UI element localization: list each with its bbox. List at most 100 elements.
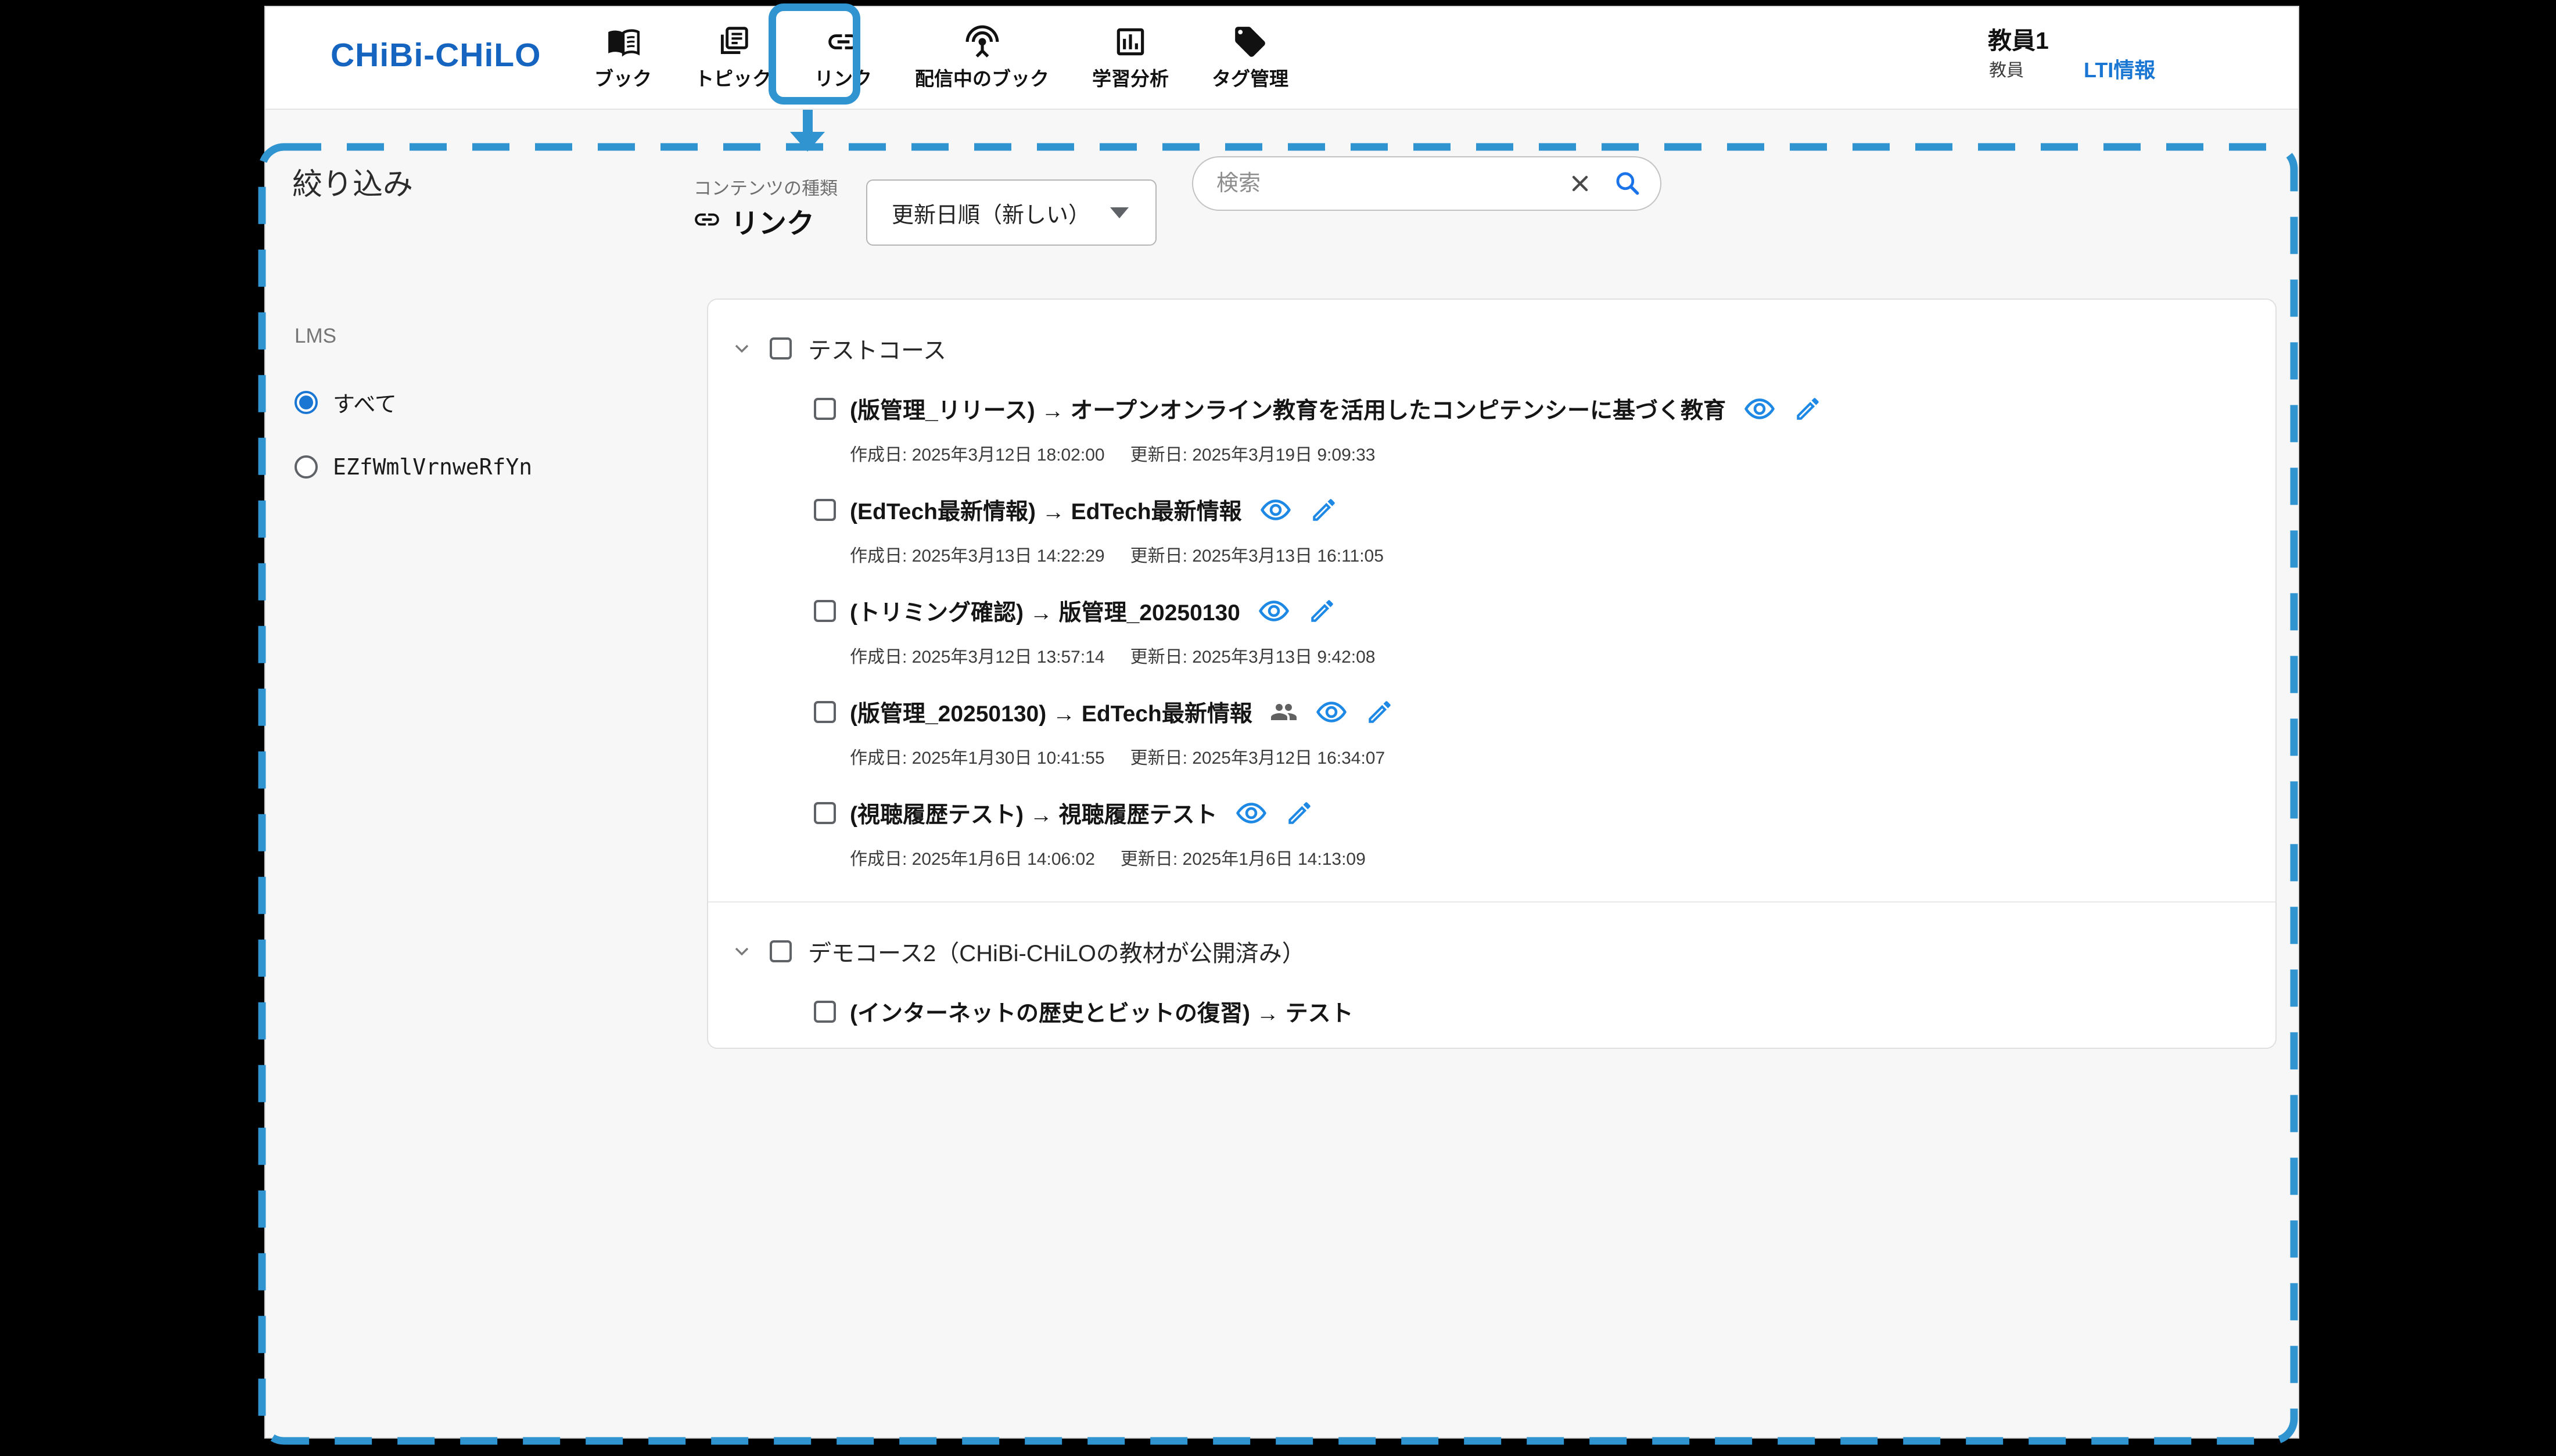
course-header: テストコース <box>728 332 2275 365</box>
book-icon <box>605 24 641 60</box>
edit-button[interactable] <box>1793 394 1822 423</box>
eye-icon <box>1258 595 1290 627</box>
course-title: デモコース2（CHiBi-CHiLOの教材が公開済み） <box>808 934 1305 968</box>
nav-item-label: 配信中のブック <box>915 63 1049 91</box>
radio-option[interactable]: すべて <box>295 386 532 418</box>
content-type-label: コンテンツの種類 <box>694 174 838 200</box>
link-item-row: (版管理_20250130) → EdTech最新情報 <box>814 696 2275 728</box>
lti-info-link[interactable]: LTI情報 <box>2084 53 2155 84</box>
updated-date: 更新日: 2025年3月19日 9:09:33 <box>1130 440 1376 466</box>
broadcast-icon <box>964 24 1000 60</box>
search-box <box>1192 156 1661 211</box>
radio-button[interactable] <box>295 391 318 414</box>
nav-item-topic[interactable]: トピック <box>690 24 776 91</box>
updated-date: 更新日: 2025年3月12日 16:34:07 <box>1130 743 1385 769</box>
link-item-title: (版管理_リリース) → オープンオンライン教育を活用したコンピテンシーに基づく… <box>850 393 1726 425</box>
lms-filter-label: LMS <box>295 325 336 348</box>
preview-button[interactable] <box>1743 393 1776 425</box>
edit-button[interactable] <box>1309 495 1338 524</box>
preview-button[interactable] <box>1259 494 1292 526</box>
link-item-row: (版管理_リリース) → オープンオンライン教育を活用したコンピテンシーに基づく… <box>814 393 2275 425</box>
item-checkbox[interactable] <box>814 499 836 521</box>
created-date: 作成日: 2025年3月13日 14:22:29 <box>850 541 1105 567</box>
updated-date: 更新日: 2025年2月15日 11:03:02 <box>1130 1043 1384 1049</box>
close-icon <box>1567 171 1593 196</box>
preview-button[interactable] <box>1315 696 1348 728</box>
link-item-title: (版管理_20250130) → EdTech最新情報 <box>850 696 1252 728</box>
edit-button[interactable] <box>1365 698 1394 727</box>
item-checkbox[interactable] <box>814 802 836 824</box>
caret-down-icon <box>1110 207 1129 218</box>
updated-date: 更新日: 2025年3月13日 9:42:08 <box>1130 642 1376 668</box>
course-checkbox[interactable] <box>770 337 792 359</box>
link-item-row: (インターネットの歴史とビットの復習) → テスト <box>814 995 2275 1028</box>
item-dates: 作成日: 2022年10月21日 1:49:54 更新日: 2025年2月15日… <box>850 1043 2275 1049</box>
nav-item-label: ブック <box>594 63 652 91</box>
annotation-arrow <box>803 107 813 134</box>
edit-button[interactable] <box>1308 596 1337 625</box>
preview-button[interactable] <box>1258 595 1290 627</box>
link-item-row: (視聴履歴テスト) → 視聴履歴テスト <box>814 797 2275 829</box>
eye-icon <box>1743 393 1776 425</box>
user-name: 教員1 <box>1988 21 2049 56</box>
pencil-icon <box>1365 698 1394 727</box>
topic-icon <box>715 24 751 60</box>
eye-icon <box>1259 494 1292 526</box>
clear-search-button[interactable] <box>1565 171 1595 196</box>
chevron-down-icon[interactable] <box>728 335 756 362</box>
annotation-arrow-head <box>790 132 825 152</box>
chevron-down-icon[interactable] <box>728 937 756 965</box>
annotation-callout-box <box>769 3 860 105</box>
created-date: 作成日: 2025年3月12日 18:02:00 <box>850 440 1105 466</box>
course-items: (版管理_リリース) → オープンオンライン教育を活用したコンピテンシーに基づく… <box>708 393 2275 870</box>
nav-item-analytics[interactable]: 学習分析 <box>1087 24 1173 91</box>
radio-option-label: すべて <box>333 386 397 418</box>
edit-button[interactable] <box>1285 799 1314 828</box>
item-checkbox[interactable] <box>814 600 836 622</box>
radio-button[interactable] <box>295 455 318 479</box>
eye-icon <box>1235 797 1268 829</box>
pencil-icon <box>1285 799 1314 828</box>
item-dates: 作成日: 2025年3月12日 13:57:14 更新日: 2025年3月13日… <box>850 642 2275 668</box>
nav-item-tag[interactable]: タグ管理 <box>1207 24 1293 91</box>
created-date: 作成日: 2022年10月21日 1:49:54 <box>850 1043 1105 1049</box>
link-item: (EdTech最新情報) → EdTech最新情報 作成日: 2025年3月13… <box>814 494 2275 567</box>
app-header: CHiBi-CHiLO ブック トピック リンク 配信中のブック 学習分析 タグ… <box>265 7 2298 110</box>
course-items: (インターネットの歴史とビットの復習) → テスト 作成日: 2022年10月2… <box>708 995 2275 1049</box>
item-checkbox[interactable] <box>814 1001 836 1023</box>
course-list: テストコース (版管理_リリース) → オープンオンライン教育を活用したコンピテ… <box>708 300 2275 1049</box>
search-input[interactable] <box>1215 171 1565 197</box>
course-checkbox[interactable] <box>770 940 792 962</box>
link-item-title: (インターネットの歴史とビットの復習) → テスト <box>850 995 1354 1028</box>
item-dates: 作成日: 2025年3月12日 18:02:00 更新日: 2025年3月19日… <box>850 440 2275 466</box>
filter-panel-title: 絞り込み <box>292 160 413 203</box>
item-checkbox[interactable] <box>814 701 836 723</box>
app-logo: CHiBi-CHiLO <box>331 36 541 74</box>
nav-item-label: 学習分析 <box>1092 63 1169 91</box>
nav-item-book[interactable]: ブック <box>590 24 656 91</box>
link-item: (インターネットの歴史とビットの復習) → テスト 作成日: 2022年10月2… <box>814 995 2275 1049</box>
content-type-value: リンク <box>692 200 814 241</box>
course-group: テストコース (版管理_リリース) → オープンオンライン教育を活用したコンピテ… <box>708 300 2275 870</box>
sort-order-value: 更新日順（新しい） <box>892 197 1090 229</box>
item-dates: 作成日: 2025年1月6日 14:06:02 更新日: 2025年1月6日 1… <box>850 844 2275 870</box>
nav-item-broadcast[interactable]: 配信中のブック <box>910 24 1054 91</box>
link-item-title: (EdTech最新情報) → EdTech最新情報 <box>850 494 1242 526</box>
updated-date: 更新日: 2025年3月13日 16:11:05 <box>1130 541 1384 567</box>
analytics-icon <box>1112 24 1148 60</box>
sort-order-select[interactable]: 更新日順（新しい） <box>866 179 1157 246</box>
updated-date: 更新日: 2025年1月6日 14:13:09 <box>1121 844 1366 870</box>
user-role: 教員 <box>1989 56 2024 81</box>
tag-icon <box>1232 24 1268 60</box>
content-card: テストコース (版管理_リリース) → オープンオンライン教育を活用したコンピテ… <box>707 299 2277 1049</box>
created-date: 作成日: 2025年3月12日 13:57:14 <box>850 642 1105 668</box>
link-item: (版管理_20250130) → EdTech最新情報 作成日: 2025年1月… <box>814 696 2275 769</box>
preview-button[interactable] <box>1235 797 1268 829</box>
search-icon <box>1613 169 1642 198</box>
search-button[interactable] <box>1610 169 1645 198</box>
radio-option[interactable]: EZfWmlVrnweRfYn <box>295 454 532 480</box>
link-item-title: (トリミング確認) → 版管理_20250130 <box>850 595 1240 627</box>
course-header: デモコース2（CHiBi-CHiLOの教材が公開済み） <box>728 935 2275 968</box>
item-checkbox[interactable] <box>814 398 836 420</box>
page-body: 絞り込み LMS すべて EZfWmlVrnweRfYn コンテンツの種類 リン… <box>265 109 2298 1437</box>
